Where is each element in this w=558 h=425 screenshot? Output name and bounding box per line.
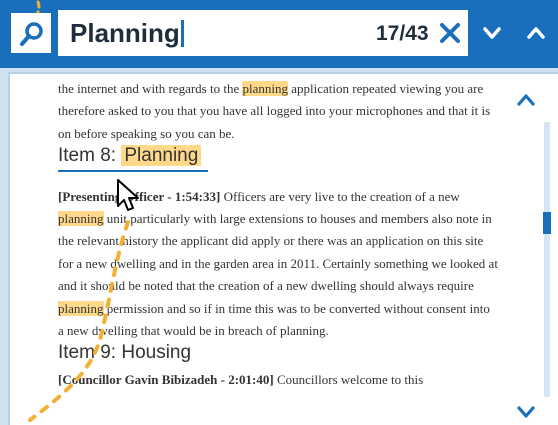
intro-paragraph: the internet and with regards to the pla… xyxy=(58,78,498,145)
item-9-paragraph: [Councillor Gavin Bibizadeh - 2:01:40] C… xyxy=(58,369,498,391)
text-caret xyxy=(180,20,184,47)
chevron-up-icon xyxy=(527,27,545,39)
clear-search-button[interactable] xyxy=(436,19,464,47)
search-input[interactable]: Planning 17/43 xyxy=(58,10,468,56)
speaker-label: [Councillor Gavin Bibizadeh - 2:01:40] xyxy=(58,371,274,387)
paragraph-text: unit particularly with large extensions … xyxy=(58,211,498,294)
scroll-down-button[interactable] xyxy=(516,404,536,425)
match-counter: 17/43 xyxy=(376,22,429,45)
search-match-highlight: planning xyxy=(58,300,104,316)
previous-match-button[interactable] xyxy=(516,10,558,56)
scroll-up-button[interactable] xyxy=(516,92,536,113)
search-match-highlight: Planning xyxy=(121,145,202,167)
scrollbar-thumb[interactable] xyxy=(543,212,551,234)
search-query-text: Planning xyxy=(70,18,180,48)
mouse-cursor xyxy=(116,178,142,217)
paragraph-text: permission and so if in time this was to… xyxy=(58,300,490,339)
search-match-highlight: planning xyxy=(58,211,104,227)
item-8-prefix: Item 8: xyxy=(58,145,122,167)
next-match-button[interactable] xyxy=(472,10,512,56)
search-button[interactable] xyxy=(8,10,54,56)
item-9-heading[interactable]: Item 9: Housing xyxy=(58,342,498,364)
close-icon xyxy=(440,23,460,43)
search-match-highlight: planning xyxy=(242,81,288,96)
paragraph-text: Officers are very live to the creation o… xyxy=(220,188,460,204)
intro-text: the internet and with regards to the xyxy=(58,81,243,96)
transcript-panel: the internet and with regards to the pla… xyxy=(8,72,558,425)
item-8-heading[interactable]: Item 8: Planning xyxy=(58,145,208,172)
scrollbar-track[interactable] xyxy=(544,122,550,397)
chevron-down-icon xyxy=(517,406,535,418)
chevron-down-icon xyxy=(483,27,501,39)
arrow-pointer-icon xyxy=(117,179,139,211)
chevron-up-icon xyxy=(517,94,535,106)
paragraph-text: Councillors welcome to this xyxy=(273,371,424,387)
transcript-content: the internet and with regards to the pla… xyxy=(58,78,498,391)
search-icon xyxy=(20,22,43,46)
search-bar: Planning 17/43 xyxy=(0,0,558,68)
